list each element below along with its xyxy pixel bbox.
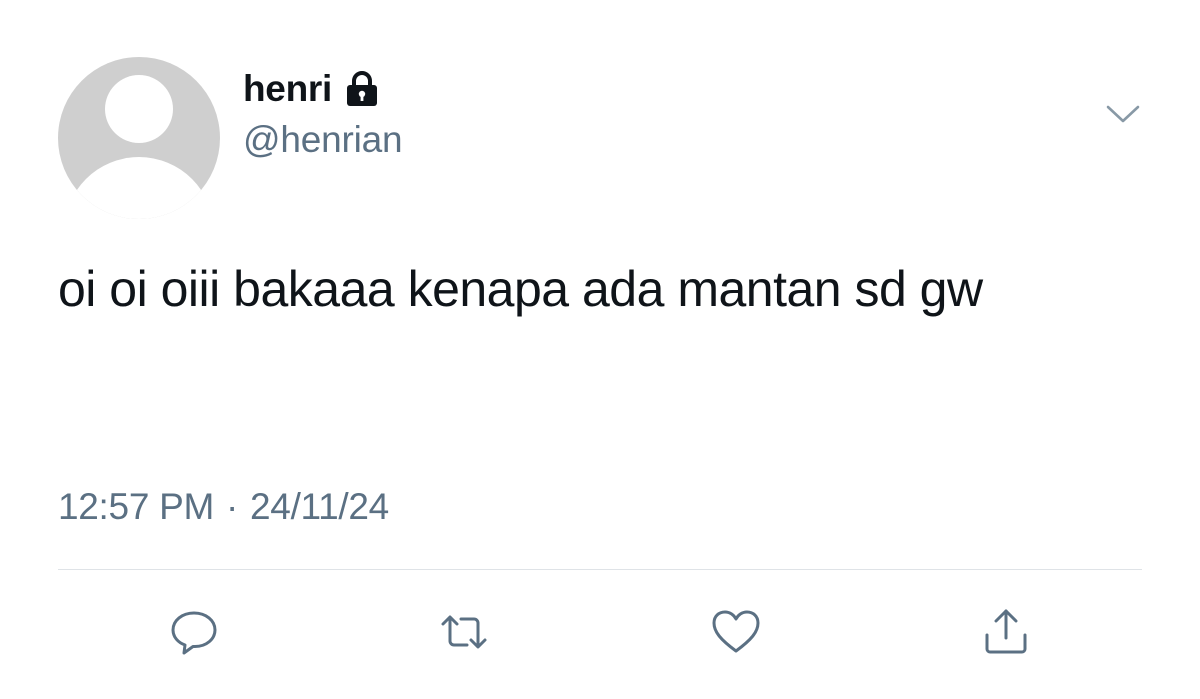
retweet-icon — [441, 615, 487, 649]
user-handle[interactable]: @henrian — [243, 119, 403, 161]
display-name[interactable]: henri — [243, 68, 332, 110]
tweet-time: 12:57 PM — [58, 486, 214, 527]
lock-icon — [346, 71, 377, 106]
divider — [58, 569, 1142, 570]
like-button[interactable] — [708, 604, 764, 660]
user-name-row: henri — [243, 64, 380, 114]
chevron-down-icon[interactable] — [1104, 100, 1142, 128]
heart-icon — [712, 610, 760, 653]
tweet-text: oi oi oiii bakaaa kenapa ada mantan sd g… — [58, 261, 983, 317]
reply-icon — [171, 611, 217, 655]
avatar[interactable] — [58, 57, 220, 219]
reply-button[interactable] — [166, 604, 222, 660]
retweet-button[interactable] — [436, 604, 492, 660]
share-icon — [985, 609, 1027, 654]
tweet-timestamp[interactable]: 12:57 PM · 24/11/24 — [58, 486, 389, 528]
tweet-date: 24/11/24 — [250, 486, 389, 527]
meta-separator: · — [225, 486, 239, 527]
default-avatar-icon — [105, 75, 173, 143]
share-button[interactable] — [978, 604, 1034, 660]
